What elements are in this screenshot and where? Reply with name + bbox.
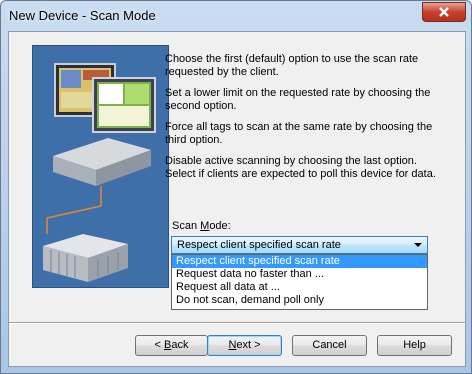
scan-mode-label: Scan Mode: <box>172 220 231 232</box>
scan-mode-selected-value: Respect client specified scan rate <box>177 239 341 251</box>
next-button[interactable]: Next > <box>207 335 282 356</box>
chevron-down-icon <box>414 243 422 247</box>
scan-mode-select[interactable]: Respect client specified scan rate <box>171 236 428 254</box>
close-icon <box>439 7 449 17</box>
instruction-force-rate: Force all tags to scan at the same rate … <box>165 121 433 146</box>
dialog-window: New Device - Scan Mode Choose the first … <box>0 0 472 374</box>
button-divider <box>9 322 465 323</box>
scan-mode-option-respect[interactable]: Respect client specified scan rate <box>172 255 427 268</box>
instructions-text: Choose the first (default) option to use… <box>165 53 455 189</box>
cancel-button[interactable]: Cancel <box>292 335 367 356</box>
instruction-poll: Select if clients are expected to poll t… <box>165 168 436 180</box>
back-button[interactable]: < Back <box>135 335 208 356</box>
title-bar: New Device - Scan Mode <box>1 1 471 31</box>
scan-mode-option-demand-poll[interactable]: Do not scan, demand poll only <box>172 294 427 307</box>
help-button[interactable]: Help <box>377 335 452 356</box>
close-button[interactable] <box>422 2 466 22</box>
window-title: New Device - Scan Mode <box>9 8 156 23</box>
scan-mode-options-list: Respect client specified scan rate Reque… <box>171 254 428 310</box>
instruction-lower-limit: Set a lower limit on the requested rate … <box>165 87 431 112</box>
scan-mode-option-all-data[interactable]: Request all data at ... <box>172 281 427 294</box>
instruction-disable-scan: Disable active scanning by choosing the … <box>165 155 417 167</box>
instruction-default: Choose the first (default) option to use… <box>165 53 419 78</box>
dialog-body: Choose the first (default) option to use… <box>8 31 466 367</box>
scan-mode-option-no-faster[interactable]: Request data no faster than ... <box>172 268 427 281</box>
computer-plc-illustration <box>32 45 169 288</box>
